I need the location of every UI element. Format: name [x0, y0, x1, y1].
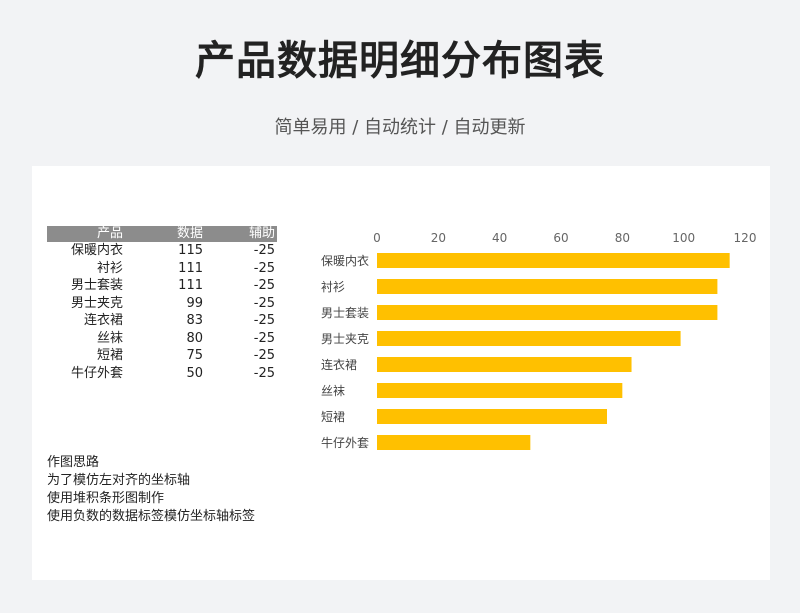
category-label: 保暖内衣: [321, 253, 369, 268]
x-tick-label: 120: [734, 231, 757, 245]
x-tick-label: 0: [373, 231, 381, 245]
x-tick-label: 80: [615, 231, 630, 245]
category-label: 牛仔外套: [321, 435, 369, 450]
bar-chart: 0 20 40 60 80 100 120 保暖内衣衬衫男士套装男士夹克连衣裙丝袜短裙牛仔外套: [321, 231, 757, 450]
bar: [377, 305, 718, 320]
page-title: 产品数据明细分布图表: [195, 38, 605, 84]
x-tick-label: 100: [672, 231, 695, 245]
category-label: 衬衫: [321, 280, 345, 294]
x-tick-label: 40: [492, 231, 507, 245]
bar: [377, 331, 681, 346]
bar: [377, 357, 632, 372]
bar: [377, 409, 607, 424]
category-label: 男士夹克: [321, 332, 369, 346]
bar: [377, 435, 531, 450]
x-tick-label: 60: [553, 231, 568, 245]
x-tick-label: 20: [431, 231, 446, 245]
category-label: 连衣裙: [321, 357, 357, 372]
page-subtitle: 简单易用 / 自动统计 / 自动更新: [274, 117, 526, 138]
content-card: 产品 数据 辅助 保暖内衣 115 -25 衬衫 111 -25 男士套装 11…: [32, 166, 770, 580]
bar: [377, 279, 718, 294]
category-label: 男士套装: [321, 306, 369, 320]
bar: [377, 253, 730, 268]
category-label: 丝袜: [321, 384, 345, 398]
bar: [377, 383, 623, 398]
category-label: 短裙: [321, 410, 345, 424]
